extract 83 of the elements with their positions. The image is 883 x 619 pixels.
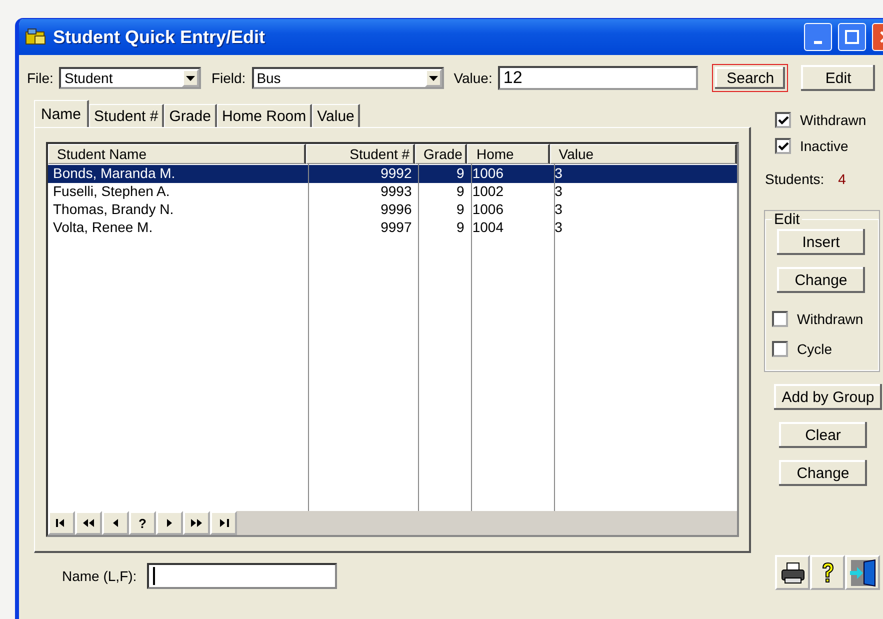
printer-icon bbox=[780, 562, 804, 584]
maximize-button[interactable] bbox=[838, 23, 866, 51]
table-row[interactable]: Fuselli, Stephen A. 9993 9 1002 3 bbox=[48, 183, 737, 201]
change-button[interactable]: Change bbox=[778, 459, 868, 487]
question-icon bbox=[820, 560, 836, 584]
table-cell-text: 3 bbox=[554, 165, 564, 183]
group-title: Edit bbox=[773, 211, 801, 228]
table-cell-text: Bonds, Maranda M. bbox=[52, 165, 176, 183]
tab[interactable]: Grade bbox=[164, 104, 217, 127]
checkbox-label: Withdrawn bbox=[800, 112, 866, 128]
checkbox-label: Cycle bbox=[797, 341, 832, 357]
name-input[interactable] bbox=[146, 563, 337, 589]
column-header[interactable]: Value bbox=[550, 144, 737, 164]
students-label: Students: bbox=[765, 171, 824, 189]
table-cell-text: 1006 bbox=[471, 165, 504, 183]
column-header[interactable]: Grade bbox=[414, 144, 468, 164]
file-dropdown[interactable]: Student bbox=[59, 67, 202, 89]
table-cell-text: 9 bbox=[456, 183, 466, 201]
file-label: File: bbox=[27, 70, 54, 86]
edit-button[interactable]: Edit bbox=[800, 64, 876, 92]
checkbox[interactable] bbox=[772, 311, 788, 327]
checkbox-label: Withdrawn bbox=[797, 311, 864, 327]
value-field[interactable]: 12 bbox=[498, 66, 698, 90]
add-by-group-button[interactable]: Add by Group bbox=[773, 383, 883, 411]
change-button[interactable]: Change bbox=[776, 266, 866, 294]
table-cell-text: 9 bbox=[456, 201, 466, 219]
nav-button[interactable] bbox=[183, 511, 210, 535]
checkbox[interactable] bbox=[772, 341, 788, 357]
print-button[interactable] bbox=[775, 555, 810, 590]
caret-icon bbox=[428, 76, 438, 80]
minimize-icon bbox=[814, 40, 822, 44]
clear-button[interactable]: Clear bbox=[778, 421, 868, 449]
tab[interactable]: Name bbox=[34, 100, 90, 127]
table-cell-text: 1004 bbox=[471, 219, 504, 237]
table-cell-text: 9997 bbox=[380, 219, 413, 237]
exit-button[interactable] bbox=[845, 555, 880, 590]
maximize-icon bbox=[844, 29, 860, 45]
checkbox[interactable] bbox=[775, 138, 791, 154]
column-header[interactable]: Student Name bbox=[48, 144, 306, 164]
table-cell-text: 9993 bbox=[380, 183, 413, 201]
minimize-button[interactable] bbox=[804, 23, 832, 51]
table-cell-text: 9 bbox=[456, 219, 466, 237]
table-row[interactable]: Volta, Renee M. 9997 9 1004 3 bbox=[48, 219, 737, 237]
table-cell-text: Fuselli, Stephen A. bbox=[52, 183, 171, 201]
window-title: Student Quick Entry/Edit bbox=[53, 26, 266, 48]
student-count: 4 bbox=[838, 171, 846, 189]
table-row[interactable]: Thomas, Brandy N. 9996 9 1006 3 bbox=[48, 201, 737, 219]
table-cell-text: 9996 bbox=[380, 201, 413, 219]
search-button[interactable]: Search bbox=[712, 64, 788, 92]
caret-icon bbox=[186, 76, 196, 80]
value-label: Value: bbox=[454, 70, 492, 86]
table-cell-text: Volta, Renee M. bbox=[52, 219, 154, 237]
checkbox-label: Inactive bbox=[800, 138, 848, 154]
table-row[interactable]: Bonds, Maranda M. 9992 9 1006 3 bbox=[48, 165, 737, 183]
tab[interactable]: Home Room bbox=[216, 104, 312, 127]
nav-button[interactable] bbox=[48, 511, 75, 535]
exit-door-icon bbox=[848, 558, 878, 588]
field-label: Field: bbox=[211, 70, 246, 86]
table-cell-text: 1006 bbox=[471, 201, 504, 219]
name-label: Name (L,F): bbox=[62, 568, 137, 584]
help-button[interactable] bbox=[810, 555, 845, 590]
table-cell-text: 3 bbox=[554, 183, 564, 201]
next-page-icon bbox=[190, 516, 204, 530]
insert-button[interactable]: Insert bbox=[776, 228, 866, 256]
table-cell-text: 9992 bbox=[380, 165, 413, 183]
column-header[interactable]: Home bbox=[467, 144, 550, 164]
column-header[interactable]: Student # bbox=[306, 144, 415, 164]
table-cell-text: 3 bbox=[554, 219, 564, 237]
table-cell-text: 9 bbox=[456, 165, 466, 183]
field-dropdown[interactable]: Bus bbox=[252, 67, 444, 89]
table-cell-text: Thomas, Brandy N. bbox=[52, 201, 175, 219]
find-button[interactable]: ? bbox=[129, 511, 156, 535]
app-icon bbox=[25, 27, 47, 47]
nav-button[interactable] bbox=[210, 511, 237, 535]
tab[interactable]: Value bbox=[312, 104, 360, 127]
tab[interactable]: Student # bbox=[89, 104, 164, 127]
nav-button[interactable] bbox=[102, 511, 129, 535]
nav-button[interactable] bbox=[156, 511, 183, 535]
table-cell-text: 1002 bbox=[471, 183, 504, 201]
nav-button[interactable] bbox=[75, 511, 102, 535]
table-cell-text: 3 bbox=[554, 201, 564, 219]
prev-page-icon bbox=[82, 516, 96, 530]
checkbox[interactable] bbox=[775, 112, 791, 128]
